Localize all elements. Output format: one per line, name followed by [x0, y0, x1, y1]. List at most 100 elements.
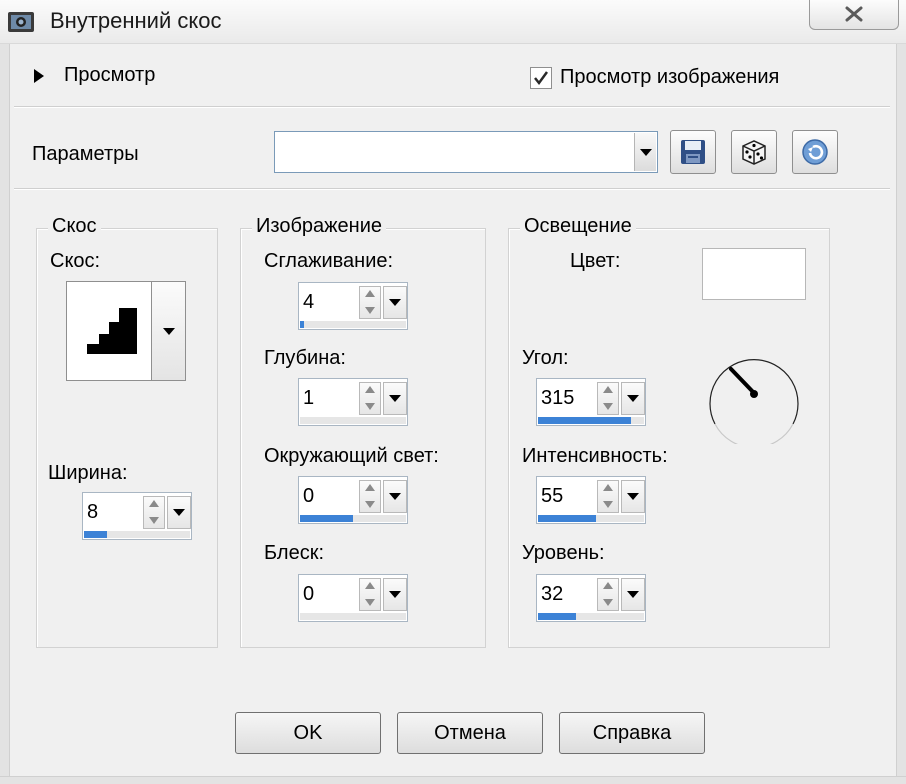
params-label: Параметры: [32, 143, 139, 165]
ambience-slider-fill: [300, 515, 353, 522]
close-icon: [845, 6, 863, 21]
intensity-stepper[interactable]: 55: [536, 476, 646, 524]
elevation-dropdown-button[interactable]: [621, 578, 645, 611]
elevation-spin-buttons[interactable]: [597, 578, 619, 611]
depth-dropdown-button[interactable]: [383, 382, 407, 415]
bevel-shape-icon: [87, 308, 137, 354]
app-icon: [8, 12, 34, 32]
arrow-down-icon: [603, 599, 613, 606]
ambience-slider-track[interactable]: [300, 515, 406, 522]
image-preview-toggle[interactable]: Просмотр изображения: [530, 66, 779, 89]
ambience-spin-buttons[interactable]: [359, 480, 381, 513]
checkmark-icon: [534, 70, 549, 85]
angle-stepper[interactable]: 315: [536, 378, 646, 426]
width-dropdown-button[interactable]: [167, 496, 191, 529]
angle-label: Угол:: [522, 347, 569, 369]
arrow-down-icon: [149, 517, 159, 524]
depth-spin-buttons[interactable]: [359, 382, 381, 415]
close-button[interactable]: [809, 0, 899, 30]
randomize-button[interactable]: [731, 130, 777, 174]
intensity-slider-track[interactable]: [538, 515, 644, 522]
elevation-slider-track[interactable]: [538, 613, 644, 620]
chevron-down-icon: [627, 493, 639, 500]
width-stepper[interactable]: 8: [82, 492, 192, 540]
chevron-down-icon: [389, 591, 401, 598]
bevel-shape-picker[interactable]: [66, 281, 186, 381]
bevel-shape-dropdown-button[interactable]: [151, 282, 185, 380]
chevron-down-icon: [389, 299, 401, 306]
save-icon: [681, 140, 705, 164]
expand-arrow-icon: [34, 68, 44, 83]
window-frame-bottom: [0, 776, 906, 784]
arrow-up-icon: [603, 386, 613, 393]
title-bar: Внутренний скос: [0, 0, 906, 44]
smoothing-stepper[interactable]: 4: [298, 282, 408, 330]
divider: [14, 188, 890, 190]
arrow-up-icon: [603, 582, 613, 589]
elevation-value: 32: [541, 583, 564, 605]
ambience-label: Окружающий свет:: [264, 445, 439, 467]
elevation-label: Уровень:: [522, 542, 605, 564]
chevron-down-icon: [162, 327, 175, 335]
save-preset-button[interactable]: [670, 130, 716, 174]
width-slider-track[interactable]: [84, 531, 190, 538]
intensity-spin-buttons[interactable]: [597, 480, 619, 513]
shininess-dropdown-button[interactable]: [383, 578, 407, 611]
angle-value: 315: [541, 387, 575, 409]
chevron-down-icon: [389, 395, 401, 402]
arrow-down-icon: [365, 501, 375, 508]
smoothing-slider-track[interactable]: [300, 321, 406, 328]
angle-dial-hub: [750, 390, 758, 398]
reset-button[interactable]: [792, 130, 838, 174]
depth-label: Глубина:: [264, 347, 346, 369]
elevation-slider-fill: [538, 613, 577, 620]
elevation-stepper[interactable]: 32: [536, 574, 646, 622]
width-label: Ширина:: [48, 462, 128, 484]
depth-slider-track[interactable]: [300, 417, 406, 424]
params-dropdown-button[interactable]: [634, 133, 656, 171]
reset-icon: [802, 139, 828, 165]
smoothing-spin-buttons[interactable]: [359, 286, 381, 319]
shininess-spin-buttons[interactable]: [359, 578, 381, 611]
depth-stepper[interactable]: 1: [298, 378, 408, 426]
angle-slider-track[interactable]: [538, 417, 644, 424]
arrow-up-icon: [365, 386, 375, 393]
chevron-down-icon: [173, 509, 185, 516]
width-slider-fill: [84, 531, 108, 538]
arrow-up-icon: [603, 484, 613, 491]
window-frame-right: [896, 44, 906, 784]
preview-label: Просмотр: [64, 64, 156, 86]
light-color-swatch[interactable]: [702, 248, 806, 300]
ambience-stepper[interactable]: 0: [298, 476, 408, 524]
cancel-button[interactable]: Отмена: [397, 712, 543, 754]
intensity-dropdown-button[interactable]: [621, 480, 645, 513]
chevron-down-icon: [639, 148, 652, 156]
window-frame-left: [0, 44, 10, 784]
preview-expander[interactable]: Просмотр: [34, 64, 155, 87]
intensity-value: 55: [541, 485, 564, 507]
angle-dial[interactable]: [703, 348, 805, 444]
smoothing-dropdown-button[interactable]: [383, 286, 407, 319]
chevron-down-icon: [389, 493, 401, 500]
arrow-down-icon: [365, 403, 375, 410]
shininess-slider-track[interactable]: [300, 613, 406, 620]
params-preset-select[interactable]: [274, 131, 658, 173]
angle-spin-buttons[interactable]: [597, 382, 619, 415]
chevron-down-icon: [627, 395, 639, 402]
angle-slider-fill: [538, 417, 632, 424]
arrow-down-icon: [365, 599, 375, 606]
arrow-down-icon: [365, 307, 375, 314]
help-button[interactable]: Справка: [559, 712, 705, 754]
intensity-label: Интенсивность:: [522, 445, 668, 467]
image-preview-checkbox[interactable]: [530, 66, 552, 89]
ok-button[interactable]: OK: [235, 712, 381, 754]
angle-dropdown-button[interactable]: [621, 382, 645, 415]
divider: [14, 106, 890, 108]
arrow-up-icon: [365, 484, 375, 491]
shininess-stepper[interactable]: 0: [298, 574, 408, 622]
width-spin-buttons[interactable]: [143, 496, 165, 529]
ambience-dropdown-button[interactable]: [383, 480, 407, 513]
smoothing-slider-fill: [300, 321, 305, 328]
shininess-label: Блеск:: [264, 542, 324, 564]
image-preview-label: Просмотр изображения: [560, 66, 780, 88]
